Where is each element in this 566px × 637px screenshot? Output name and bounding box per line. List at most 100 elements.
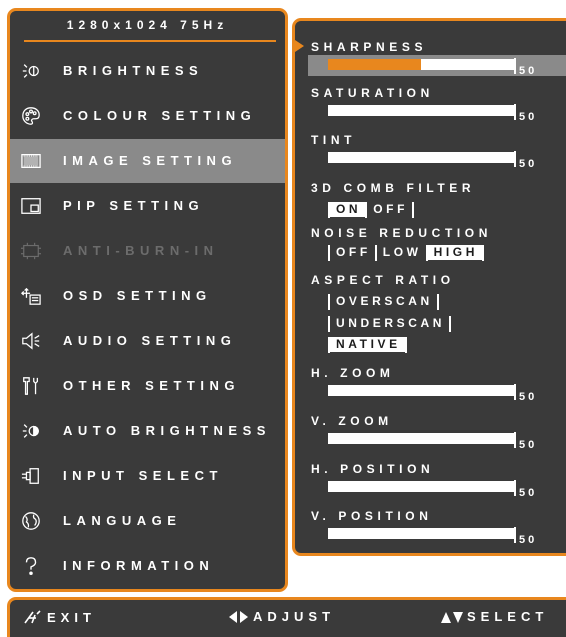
noise-reduction-options: OFF LOW HIGH (328, 244, 484, 261)
up-down-arrows-icon (440, 610, 464, 624)
menu-label-audio-setting: AUDIO SETTING (63, 333, 237, 348)
brightness-icon (21, 61, 41, 81)
menu-item-audio-setting[interactable]: AUDIO SETTING (10, 319, 285, 363)
h-position-fill (328, 481, 421, 492)
noise-reduction-low[interactable]: LOW (377, 245, 426, 260)
menu-label-brightness: BRIGHTNESS (63, 63, 204, 78)
left-right-arrows-icon (228, 610, 250, 624)
exit-icon (24, 609, 44, 625)
speaker-icon (21, 331, 41, 351)
tint-value: 50 (519, 158, 538, 170)
saturation-fill (328, 105, 421, 116)
image-icon (21, 151, 41, 171)
menu-item-language[interactable]: LANGUAGE (10, 499, 285, 543)
v-position-label: V. POSITION (311, 509, 433, 523)
noise-reduction-off[interactable]: OFF (330, 245, 375, 260)
sharpness-value: 50 (519, 65, 538, 77)
v-position-bar-end (514, 527, 516, 543)
noise-reduction-label: NOISE REDUCTION (311, 226, 493, 240)
saturation-slider[interactable] (328, 105, 514, 116)
h-zoom-fill (328, 385, 421, 396)
saturation-bar-end (514, 104, 516, 120)
sharpness-bar-end (514, 58, 516, 74)
aspect-underscan-row: UNDERSCAN (328, 315, 452, 332)
v-zoom-bar-end (514, 432, 516, 448)
exit-hint[interactable]: EXIT (24, 609, 96, 625)
menu-item-information[interactable]: INFORMATION (10, 544, 285, 588)
menu-label-language: LANGUAGE (63, 513, 182, 528)
menu-label-image-setting: IMAGE SETTING (63, 153, 238, 168)
separator (404, 336, 407, 353)
menu-item-auto-brightness[interactable]: AUTO BRIGHTNESS (10, 409, 285, 453)
comb-filter-on[interactable]: ON (330, 202, 366, 217)
menu-label-information: INFORMATION (63, 558, 215, 573)
adjust-label: ADJUST (253, 609, 336, 624)
h-zoom-slider[interactable] (328, 385, 514, 396)
h-position-slider[interactable] (328, 481, 514, 492)
v-position-fill (328, 528, 421, 539)
tint-fill (328, 152, 421, 163)
aspect-overscan-row: OVERSCAN (328, 293, 439, 310)
tools-icon (21, 376, 41, 396)
separator (449, 315, 452, 332)
tint-slider[interactable] (328, 152, 514, 163)
menu-item-anti-burn-in[interactable]: ANTI-BURN-IN (10, 229, 285, 273)
sharpness-fill (328, 59, 421, 70)
menu-label-anti-burn-in: ANTI-BURN-IN (63, 243, 219, 258)
v-position-value: 50 (519, 534, 538, 546)
select-label: SELECT (467, 609, 549, 624)
menu-item-image-setting[interactable]: IMAGE SETTING (10, 139, 285, 183)
h-position-value: 50 (519, 487, 538, 499)
exit-label: EXIT (47, 609, 96, 625)
v-zoom-slider[interactable] (328, 433, 514, 444)
aspect-ratio-label: ASPECT RATIO (311, 273, 455, 287)
menu-label-input-select: INPUT SELECT (63, 468, 223, 483)
menu-label-osd-setting: OSD SETTING (63, 288, 212, 303)
h-zoom-label: H. ZOOM (311, 366, 395, 380)
separator (482, 244, 484, 261)
v-position-slider[interactable] (328, 528, 514, 539)
noise-reduction-high[interactable]: HIGH (427, 245, 482, 260)
menu-label-colour-setting: COLOUR SETTING (63, 108, 257, 123)
aspect-overscan[interactable]: OVERSCAN (330, 294, 437, 309)
tint-label: TINT (311, 133, 357, 147)
image-setting-panel: SHARPNESS 50 SATURATION 50 TINT 50 3D CO… (292, 18, 566, 556)
input-plug-icon (21, 466, 41, 486)
sharpness-slider[interactable] (328, 59, 514, 70)
saturation-label: SATURATION (311, 86, 434, 100)
menu-item-other-setting[interactable]: OTHER SETTING (10, 364, 285, 408)
menu-item-input-select[interactable]: INPUT SELECT (10, 454, 285, 498)
menu-item-osd-setting[interactable]: OSD SETTING (10, 274, 285, 318)
adjust-hint[interactable]: ADJUST (228, 609, 335, 624)
select-hint[interactable]: SELECT (440, 609, 548, 624)
h-position-bar-end (514, 480, 516, 496)
auto-brightness-icon (21, 421, 41, 441)
menu-item-colour-setting[interactable]: COLOUR SETTING (10, 94, 285, 138)
menu-item-brightness[interactable]: BRIGHTNESS (10, 49, 285, 93)
separator (412, 201, 414, 218)
h-zoom-bar-end (514, 384, 516, 400)
comb-filter-off[interactable]: OFF (367, 202, 412, 217)
aspect-underscan[interactable]: UNDERSCAN (330, 316, 449, 331)
main-menu-panel: 1280x1024 75Hz BRIGHTNESS COLOUR SETTING (7, 8, 288, 592)
v-zoom-fill (328, 433, 421, 444)
saturation-value: 50 (519, 111, 538, 123)
menu-label-pip-setting: PIP SETTING (63, 198, 205, 213)
comb-filter-options: ON OFF (328, 201, 414, 218)
sharpness-label: SHARPNESS (311, 40, 428, 54)
chip-icon (21, 241, 41, 261)
osd-icon (21, 286, 41, 306)
aspect-native-row: NATIVE (328, 336, 407, 353)
menu-label-other-setting: OTHER SETTING (63, 378, 240, 393)
selection-pointer-icon (295, 40, 304, 52)
globe-icon (21, 511, 41, 531)
menu-item-pip-setting[interactable]: PIP SETTING (10, 184, 285, 228)
h-position-label: H. POSITION (311, 462, 435, 476)
resolution-readout: 1280x1024 75Hz (66, 18, 229, 32)
title-underline (24, 40, 276, 42)
v-zoom-label: V. ZOOM (311, 414, 393, 428)
menu-label-auto-brightness: AUTO BRIGHTNESS (63, 423, 271, 438)
aspect-native[interactable]: NATIVE (330, 337, 405, 352)
h-zoom-value: 50 (519, 391, 538, 403)
v-zoom-value: 50 (519, 439, 538, 451)
